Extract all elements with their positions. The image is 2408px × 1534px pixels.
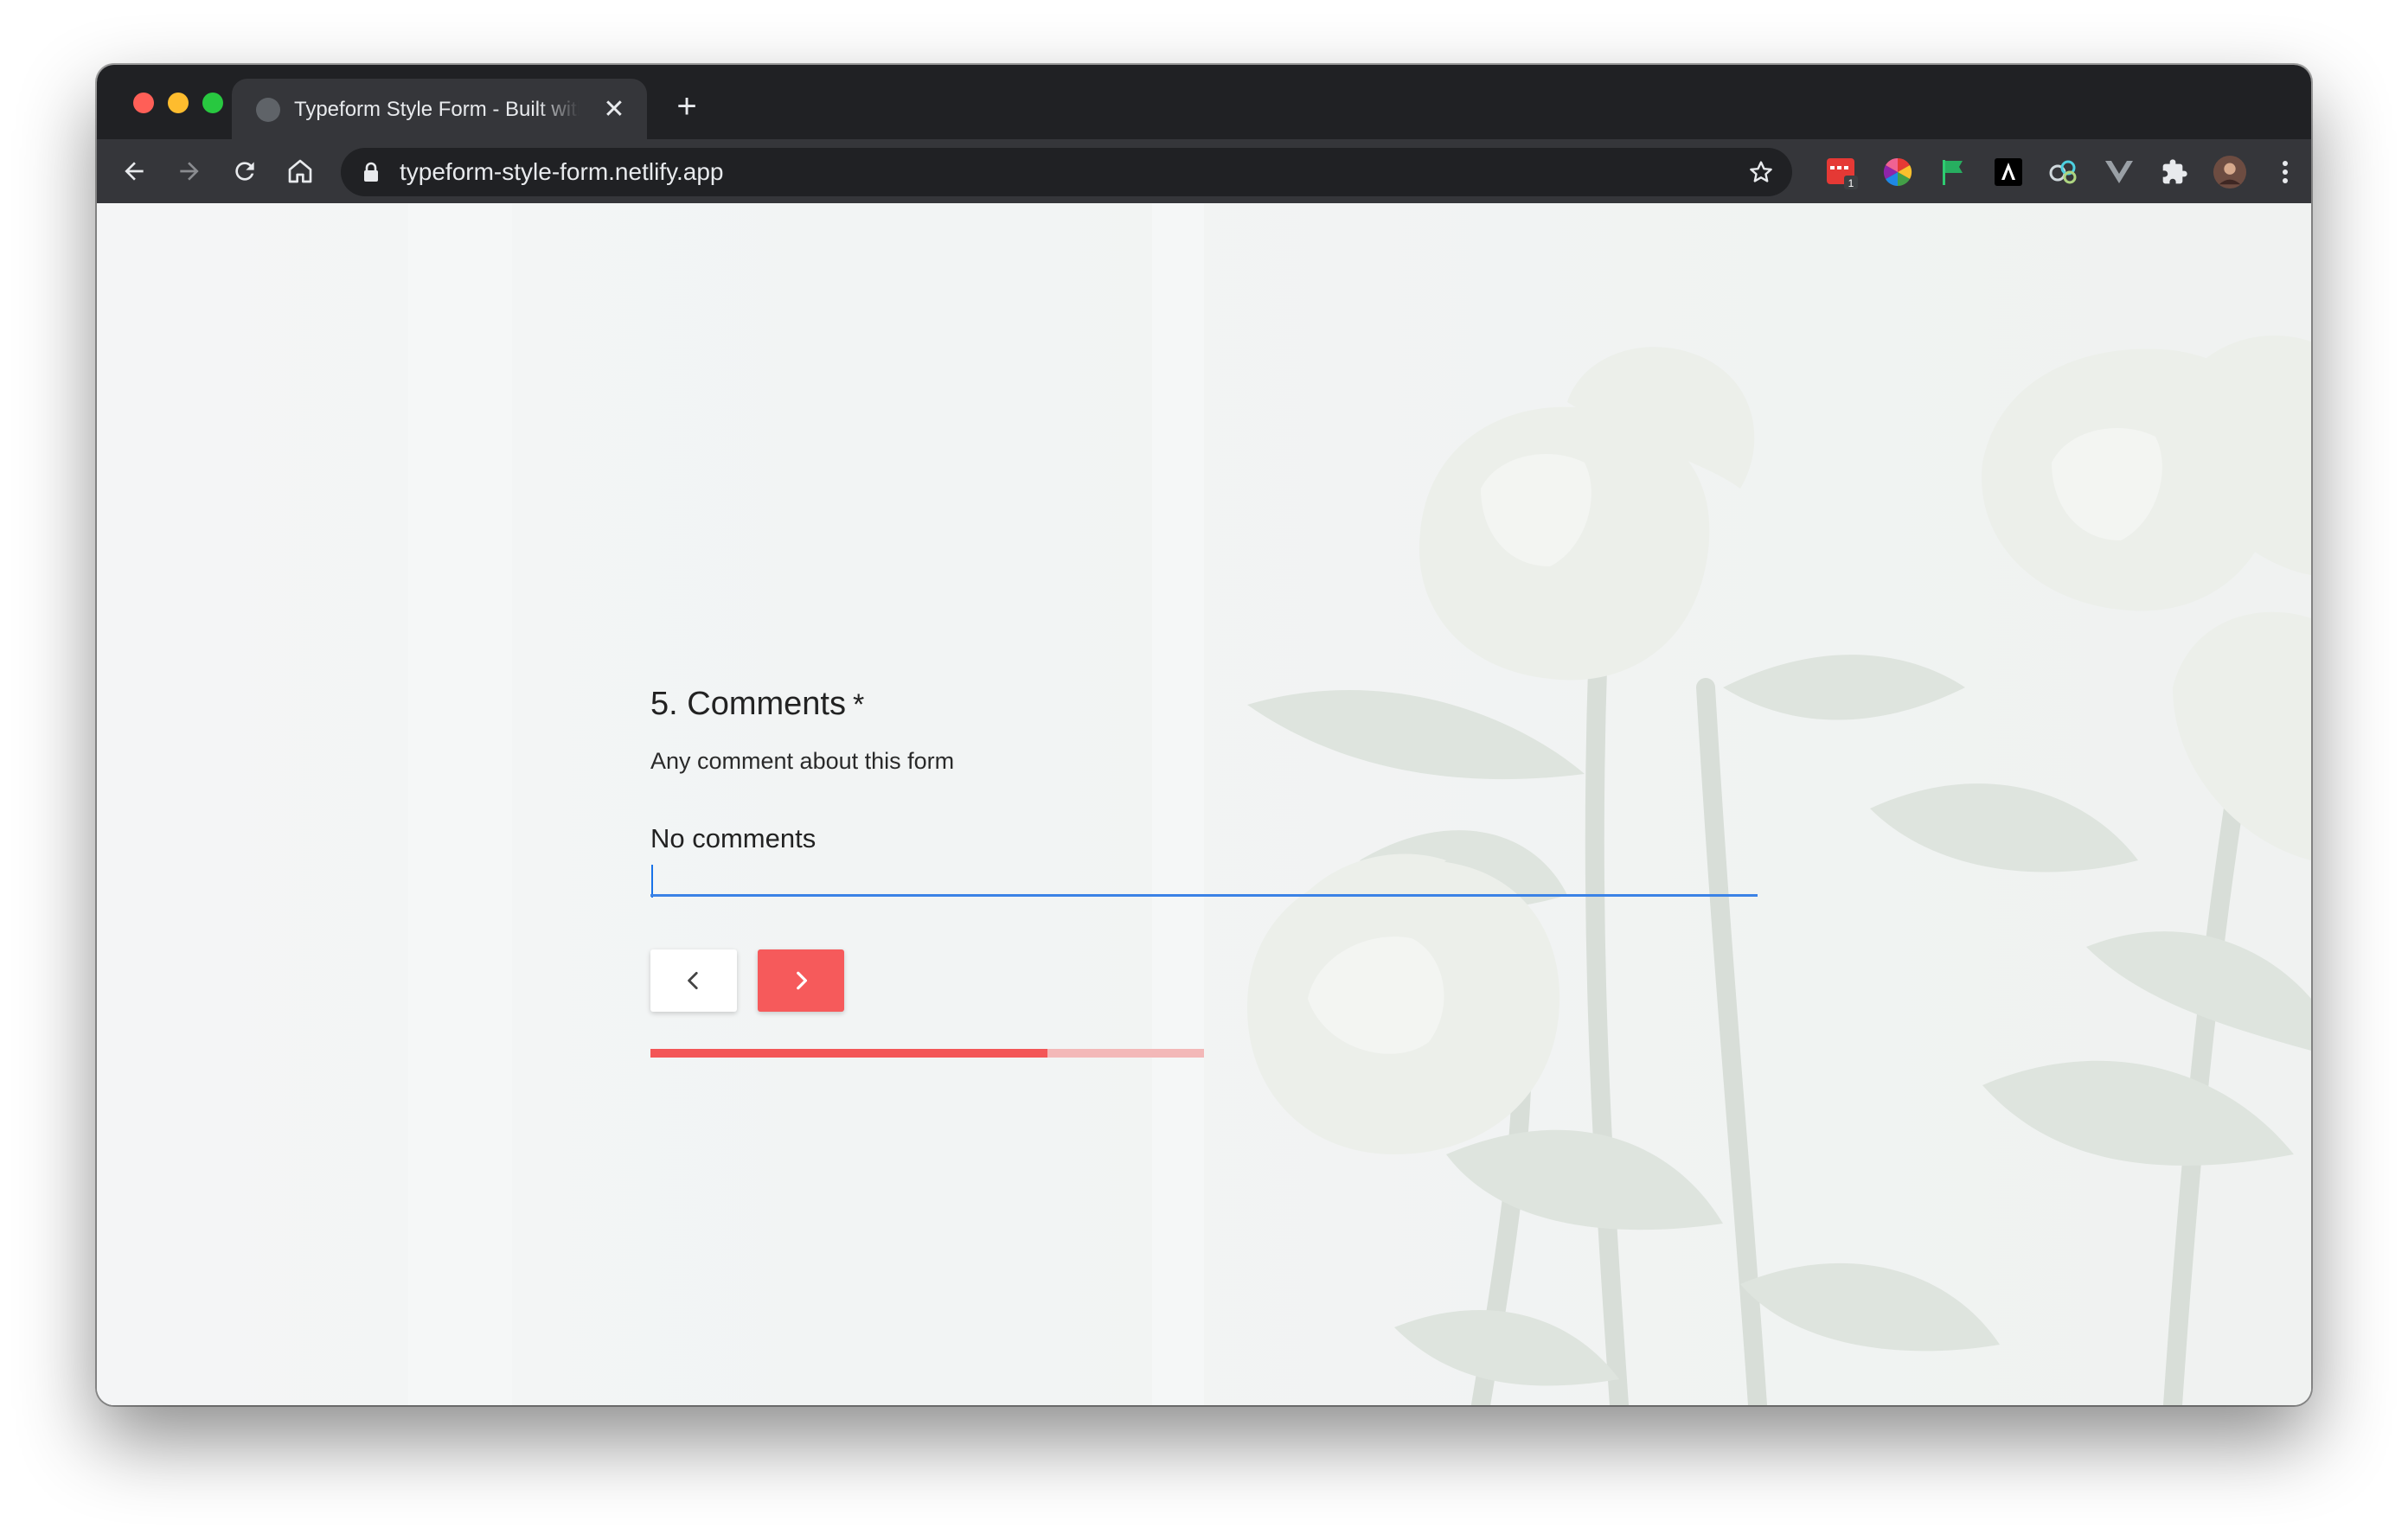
extension-badge: 1 (1848, 177, 1854, 189)
chain-extension-icon[interactable] (2046, 155, 2081, 189)
close-tab-icon[interactable]: ✕ (599, 94, 630, 125)
reload-button[interactable] (225, 151, 265, 191)
back-button[interactable] (114, 151, 154, 191)
title-bar: Typeform Style Form - Built with ✕ + (97, 65, 2311, 139)
reload-icon (235, 162, 254, 181)
flag-extension-icon[interactable] (1936, 155, 1970, 189)
browser-tab[interactable]: Typeform Style Form - Built with ✕ (232, 79, 647, 139)
vue-devtools-icon[interactable] (2102, 155, 2136, 189)
kebab-menu-icon[interactable] (2268, 155, 2302, 189)
question-description: Any comment about this form (650, 748, 955, 774)
close-window-button[interactable] (133, 93, 154, 113)
question-title-text: 5. Comments (650, 686, 846, 722)
globe-icon (256, 98, 280, 122)
required-mark: * (852, 688, 865, 721)
roses-background-image (97, 203, 2311, 1405)
comment-input-underline[interactable] (650, 894, 1758, 897)
bookmark-star-icon[interactable] (1747, 158, 1775, 186)
puzzle-icon[interactable] (2157, 155, 2192, 189)
address-bar[interactable]: typeform-style-form.netlify.app (341, 148, 1792, 196)
minimize-window-button[interactable] (168, 93, 189, 113)
home-icon (288, 159, 312, 183)
lock-icon (364, 162, 378, 182)
next-question-button[interactable] (758, 949, 844, 1012)
calendar-extension-icon[interactable]: 1 (1825, 155, 1860, 189)
tab-title: Typeform Style Form - Built with (294, 98, 580, 121)
comment-answer-text[interactable]: No comments (650, 822, 816, 855)
browser-window: Typeform Style Form - Built with ✕ + typ… (97, 65, 2311, 1405)
form-progress-fill (650, 1049, 1047, 1058)
question-title: 5. Comments * (650, 684, 864, 725)
browser-toolbar: typeform-style-form.netlify.app 1 (97, 139, 2311, 203)
url-text: typeform-style-form.netlify.app (400, 158, 724, 185)
forward-arrow-icon (180, 162, 199, 181)
form-progress-bar (650, 1049, 1204, 1058)
maximize-window-button[interactable] (202, 93, 223, 113)
forward-button[interactable] (170, 151, 209, 191)
home-button[interactable] (280, 151, 320, 191)
chevron-right-icon (797, 971, 808, 990)
letter-a-extension-icon[interactable] (1991, 155, 2026, 189)
text-caret (651, 865, 653, 898)
page-content: 5. Comments * Any comment about this form… (97, 203, 2311, 1405)
chevron-left-icon (688, 971, 698, 990)
color-picker-extension-icon[interactable] (1880, 155, 1915, 189)
profile-avatar[interactable] (2213, 155, 2247, 189)
new-tab-button[interactable]: + (668, 87, 706, 125)
back-arrow-icon (125, 162, 144, 181)
previous-question-button[interactable] (650, 949, 737, 1012)
